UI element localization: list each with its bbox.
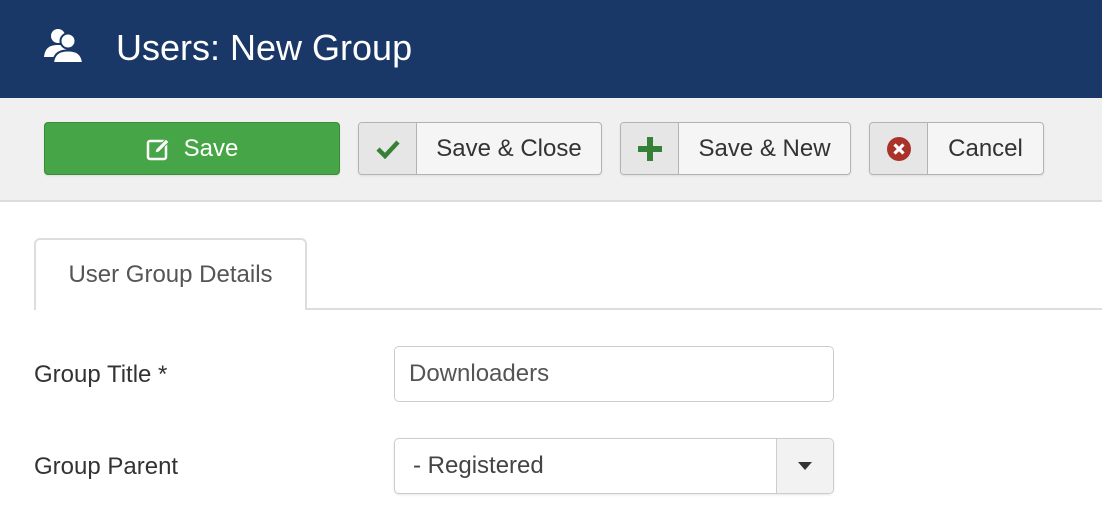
save-label: Save — [183, 134, 239, 162]
caret-down-icon — [798, 462, 812, 470]
toolbar: Save Save & Close Save & New Cancel — [0, 98, 1102, 202]
edit-icon — [146, 137, 170, 160]
cancel-button[interactable]: Cancel — [869, 122, 1044, 175]
page-header: Users: New Group — [0, 0, 1102, 98]
plus-icon — [637, 136, 662, 161]
cancel-circle-icon — [886, 136, 911, 161]
check-icon — [375, 139, 400, 159]
users-icon — [44, 29, 85, 63]
save-button[interactable]: Save — [44, 122, 340, 175]
group-title-input[interactable]: Downloaders — [394, 346, 834, 402]
group-parent-value: - Registered — [413, 452, 544, 479]
save-close-label: Save & Close — [436, 134, 582, 162]
tab-divider — [306, 308, 1102, 310]
tab-user-group-details[interactable]: User Group Details — [34, 238, 307, 310]
tab-bar: User Group Details — [0, 238, 1102, 310]
dropdown-toggle[interactable] — [776, 439, 833, 493]
save-new-button[interactable]: Save & New — [620, 122, 851, 175]
cancel-label: Cancel — [948, 134, 1023, 162]
group-parent-select[interactable]: - Registered — [394, 438, 834, 494]
save-close-button[interactable]: Save & Close — [358, 122, 602, 175]
group-parent-label: Group Parent — [34, 453, 179, 480]
save-new-label: Save & New — [698, 134, 831, 162]
page-title: Users: New Group — [116, 27, 413, 68]
group-title-label: Group Title * — [34, 361, 168, 388]
